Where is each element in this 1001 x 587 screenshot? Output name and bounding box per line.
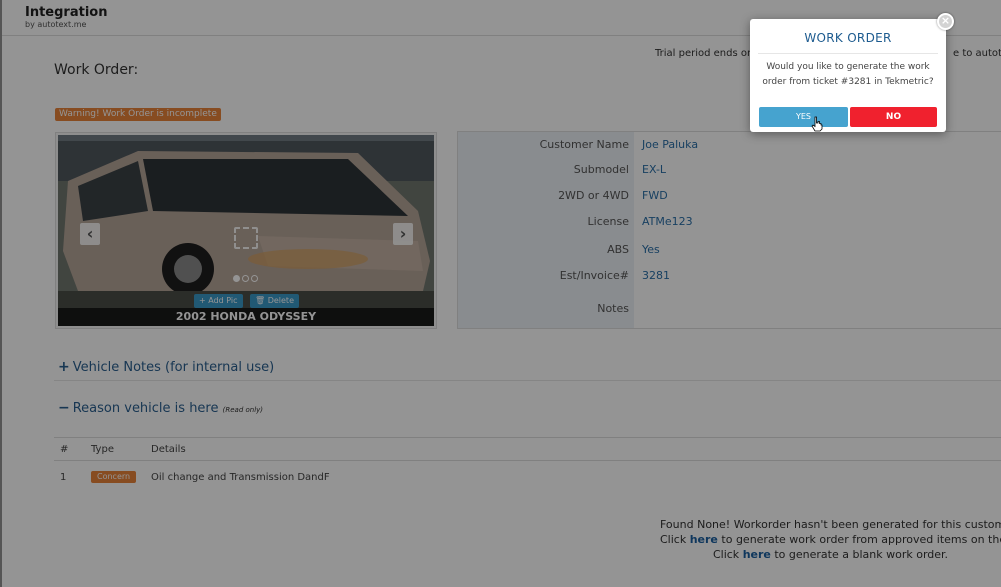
dialog-title: WORK ORDER	[804, 31, 892, 45]
no-button[interactable]: NO	[850, 107, 937, 127]
yes-button[interactable]: YES	[759, 107, 848, 127]
window-edge	[0, 0, 2, 587]
hand-cursor-icon	[811, 116, 823, 132]
work-order-dialog: WORK ORDER Would you like to generate th…	[750, 19, 946, 132]
divider	[758, 53, 938, 54]
close-icon[interactable]: ×	[937, 13, 954, 30]
dialog-message: Would you like to generate the work orde…	[762, 62, 934, 87]
